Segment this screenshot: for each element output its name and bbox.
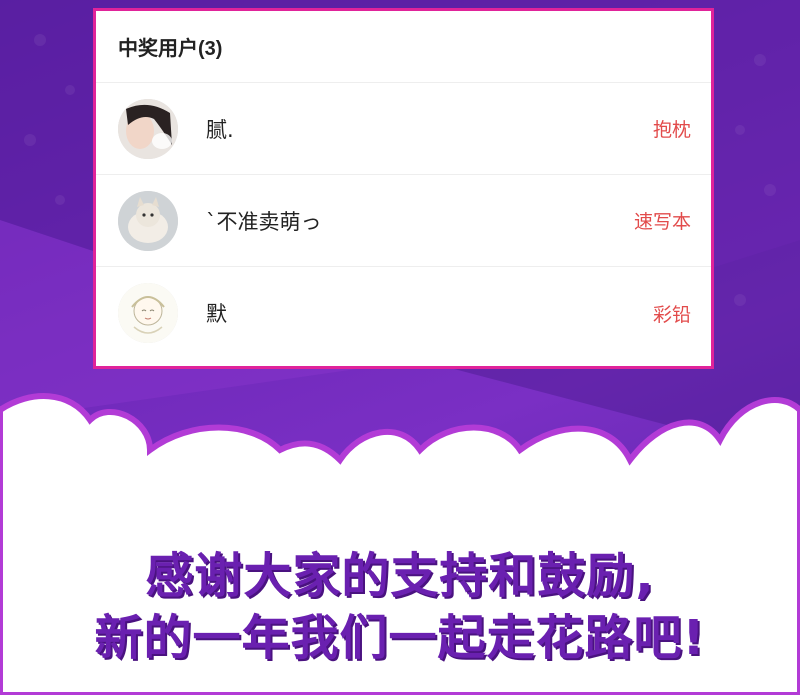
winner-name: 默 [206, 302, 227, 326]
avatar-photo-girl-icon [118, 98, 178, 159]
winner-row[interactable]: 默 彩铅 [96, 267, 711, 359]
thanks-line-1: 感谢大家的支持和鼓励, [145, 548, 655, 604]
winner-row[interactable]: 腻. 抱枕 [96, 83, 711, 175]
winners-panel: 中奖用户(3) 腻. 抱枕 ˋ不准卖萌っ 速写本 默 彩铅 [93, 8, 714, 369]
avatar[interactable] [118, 283, 178, 343]
avatar-sketch-girl-icon [118, 283, 178, 343]
thanks-line-2: 新的一年我们一起走花路吧! [94, 610, 706, 666]
winners-title: 中奖用户(3) [96, 11, 711, 83]
winner-prize: 速写本 [633, 211, 691, 233]
winner-prize: 抱枕 [652, 119, 691, 141]
winner-row[interactable]: ˋ不准卖萌っ 速写本 [96, 175, 711, 267]
avatar-photo-cat-icon [118, 190, 178, 251]
winner-name: 腻. [206, 117, 234, 142]
winner-prize: 彩铅 [652, 303, 691, 326]
winner-name: ˋ不准卖萌っ [206, 209, 322, 234]
avatar[interactable] [118, 190, 178, 251]
avatar[interactable] [118, 98, 178, 159]
